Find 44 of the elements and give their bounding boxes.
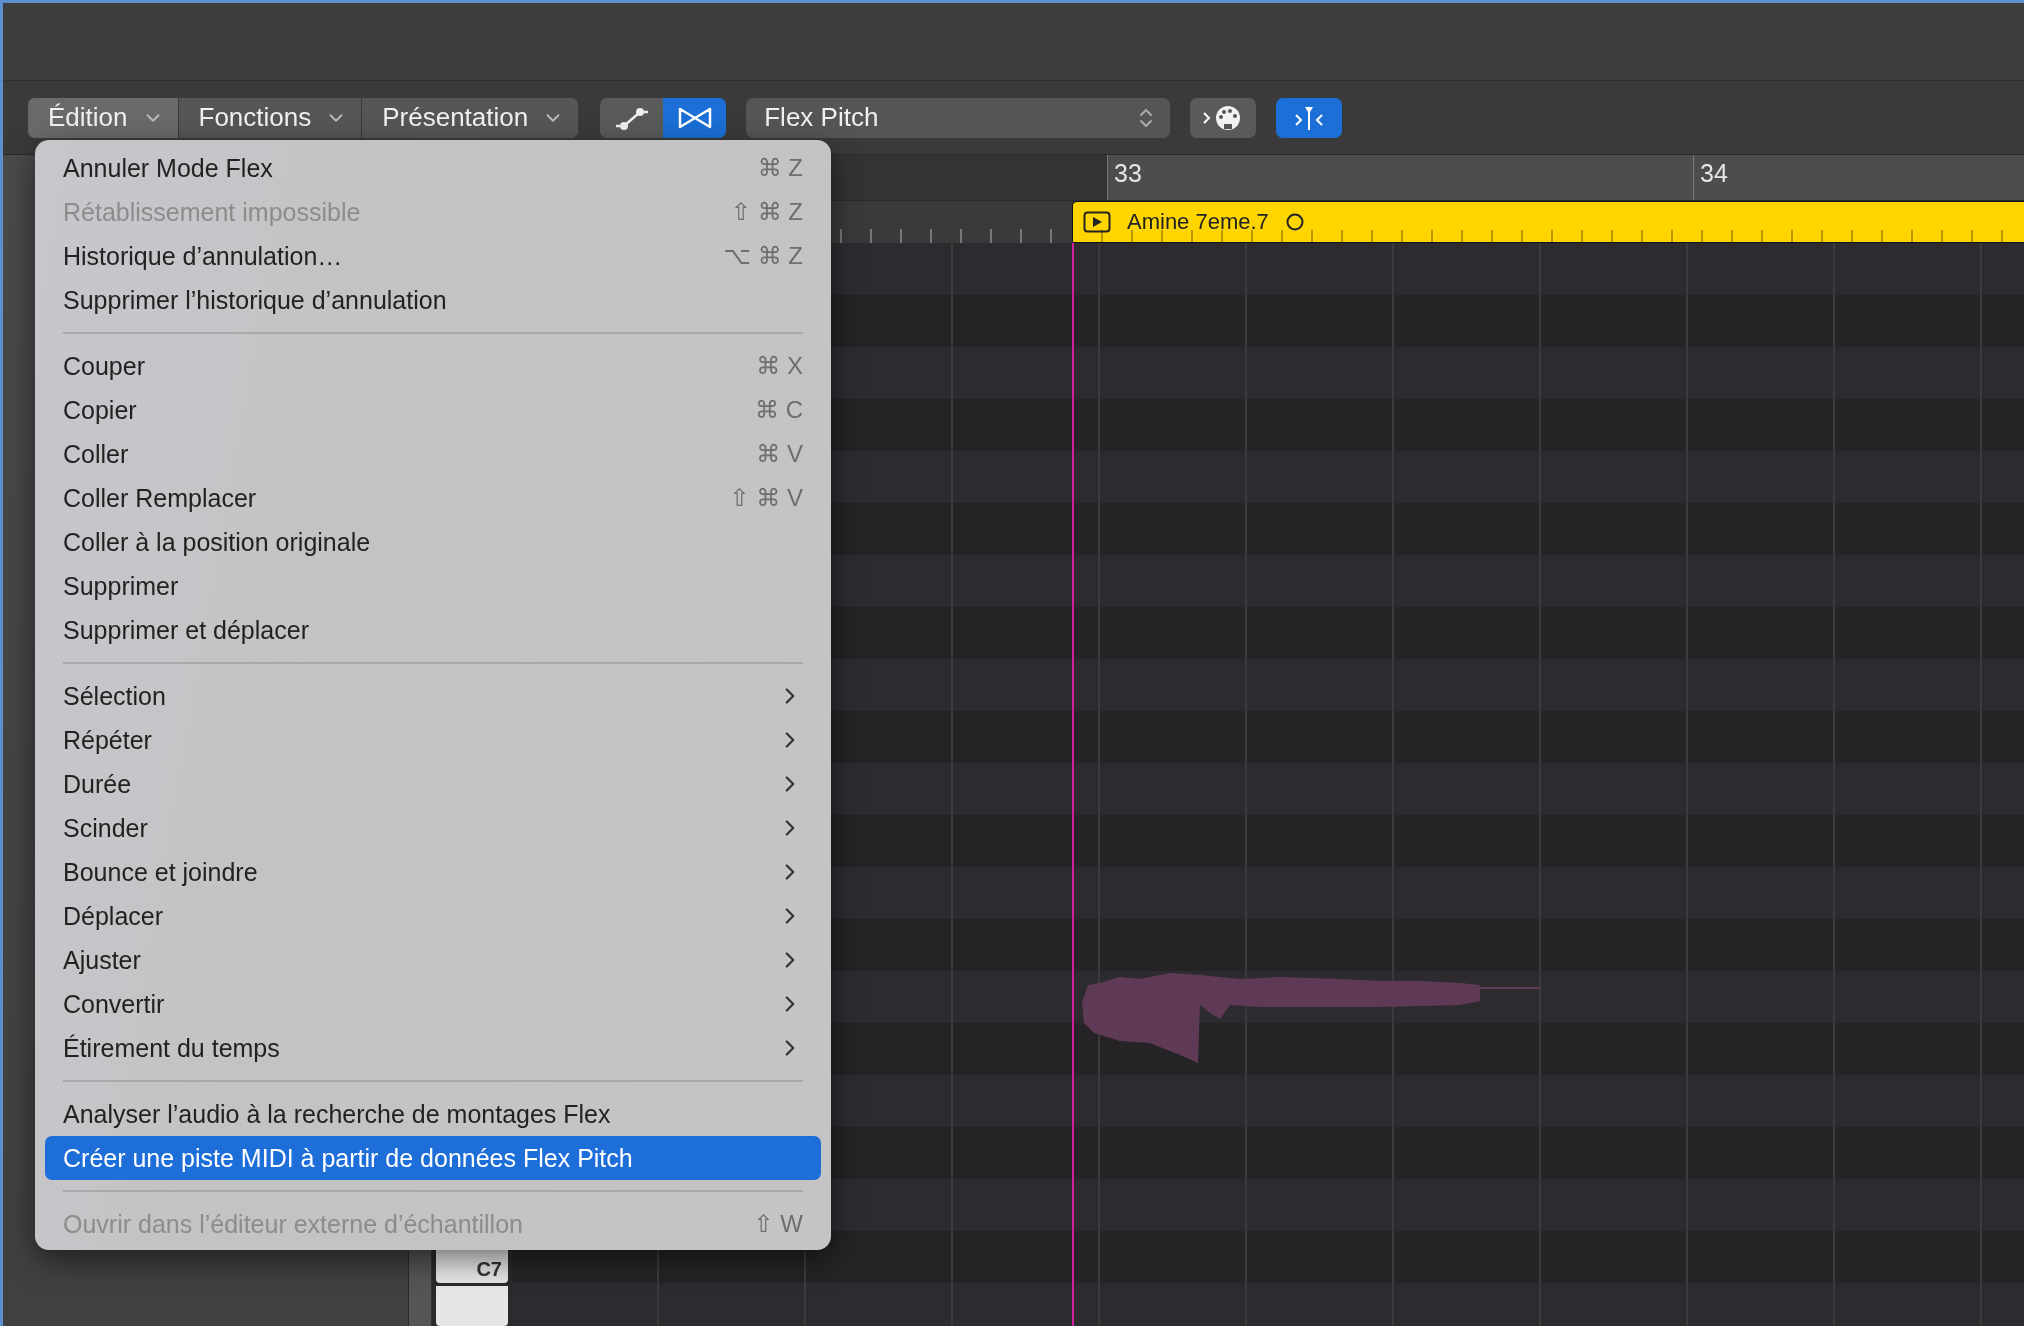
menu-item[interactable]: Étirement du temps <box>45 1026 821 1070</box>
menu-item[interactable]: Bounce et joindre <box>45 850 821 894</box>
menu-item[interactable]: Analyser l’audio à la recherche de montages Flex <box>45 1092 821 1136</box>
menu-item[interactable]: Coller Remplacer ⇧ ⌘ V <box>45 476 821 520</box>
shortcut-label: ⇧ W <box>753 1210 803 1238</box>
shortcut-label: ⌘ V <box>756 440 803 468</box>
menu-item[interactable]: Copier ⌘ C <box>45 388 821 432</box>
flex-mode-select[interactable]: Flex Pitch <box>746 97 1171 138</box>
menu-item[interactable]: Supprimer et déplacer <box>45 608 821 652</box>
menu-item[interactable]: Coller à la position originale <box>45 520 821 564</box>
menu-item[interactable]: Scinder <box>45 806 821 850</box>
tool-button[interactable] <box>663 97 727 138</box>
menu-button[interactable]: Édition <box>28 97 179 138</box>
shortcut-label: ⌘ X <box>756 352 803 380</box>
menu-item[interactable]: Historique d’annulation… ⌥ ⌘ Z <box>45 234 821 278</box>
circle-icon <box>1284 212 1305 232</box>
key-label: C7 <box>476 1258 502 1281</box>
curve-tool-icon <box>613 105 650 130</box>
menu-item[interactable]: Répéter <box>45 718 821 762</box>
shortcut-label: ⌥ ⌘ Z <box>723 242 803 270</box>
bar-number: 34 <box>1700 159 1728 187</box>
toolbar-button[interactable] <box>1276 97 1343 138</box>
menu-item[interactable]: Supprimer l’historique d’annulation <box>45 278 821 322</box>
shortcut-label: ⌘ C <box>755 396 803 424</box>
tool-button[interactable] <box>600 97 664 138</box>
menu-item[interactable]: Coller ⌘ V <box>45 432 821 476</box>
audio-region-header[interactable]: Amine 7eme.7 <box>1072 201 2024 243</box>
menu-item[interactable]: Supprimer <box>45 564 821 608</box>
menu-item[interactable]: Durée <box>45 762 821 806</box>
menu-item[interactable]: Ajuster <box>45 938 821 982</box>
menu-item[interactable]: Sélection <box>45 674 821 718</box>
bar-number: 33 <box>1114 159 1142 187</box>
region-name: Amine 7eme.7 <box>1127 209 1269 235</box>
toolbar-button[interactable] <box>1190 97 1257 138</box>
menu-item[interactable]: Couper ⌘ X <box>45 344 821 388</box>
shortcut-label: ⌘ Z <box>757 154 803 182</box>
play-icon <box>1083 211 1111 233</box>
bowtie-icon <box>677 105 712 130</box>
shortcut-label: ⇧ ⌘ V <box>729 484 803 512</box>
shortcut-label: ⇧ ⌘ Z <box>730 198 803 226</box>
menu-item[interactable]: Créer une piste MIDI à partir de données Flex Pitch <box>45 1136 821 1180</box>
menu-item[interactable]: Annuler Mode Flex ⌘ Z <box>45 146 821 190</box>
menu-item[interactable]: Convertir <box>45 982 821 1026</box>
menu-item[interactable]: Déplacer <box>45 894 821 938</box>
